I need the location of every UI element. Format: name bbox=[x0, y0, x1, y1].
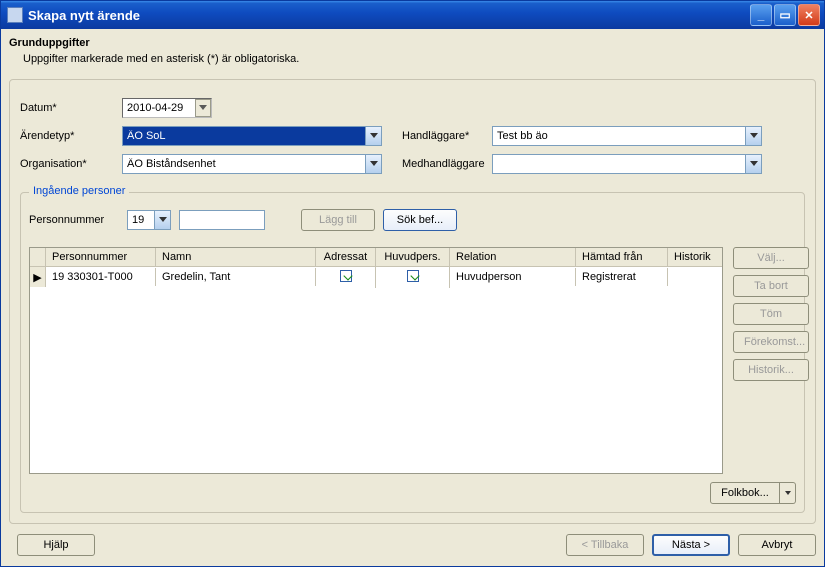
folkbok-row: Folkbok... bbox=[29, 482, 796, 504]
arendetyp-value: ÄO SoL bbox=[123, 130, 365, 142]
label-medhandlaggare: Medhandläggare bbox=[402, 158, 492, 170]
folkbok-button[interactable]: Folkbok... bbox=[710, 482, 780, 504]
label-organisation: Organisation* bbox=[20, 158, 98, 170]
date-field[interactable] bbox=[122, 98, 212, 118]
arendetyp-select[interactable]: ÄO SoL bbox=[122, 126, 382, 146]
next-button[interactable]: Nästa > bbox=[652, 534, 730, 556]
tom-button[interactable]: Töm bbox=[733, 303, 809, 325]
label-arendetyp: Ärendetyp* bbox=[20, 130, 98, 142]
date-dropdown-button[interactable] bbox=[195, 99, 211, 117]
col-namn[interactable]: Namn bbox=[156, 248, 316, 266]
col-huvudpers[interactable]: Huvudpers. bbox=[376, 248, 450, 266]
table-row[interactable]: ▶19 330301-T000Gredelin, Tant Huvudperson… bbox=[30, 267, 722, 287]
chevron-down-icon bbox=[154, 211, 170, 229]
cell-adressat[interactable] bbox=[316, 267, 376, 288]
back-button[interactable]: < Tillbaka bbox=[566, 534, 644, 556]
sok-bef-button[interactable]: Sök bef... bbox=[383, 209, 457, 231]
handlaggare-select[interactable]: Test bb äo bbox=[492, 126, 762, 146]
folkbok-split-button[interactable]: Folkbok... bbox=[710, 482, 796, 504]
add-button[interactable]: Lägg till bbox=[301, 209, 375, 231]
pn-prefix-select[interactable]: 19 bbox=[127, 210, 171, 230]
chevron-down-icon bbox=[745, 127, 761, 145]
chevron-down-icon bbox=[365, 127, 381, 145]
handlaggare-value: Test bb äo bbox=[493, 130, 745, 142]
persons-legend: Ingående personer bbox=[29, 185, 129, 197]
col-historik[interactable]: Historik bbox=[668, 248, 722, 266]
titlebar: Skapa nytt ärende _ ▭ ✕ bbox=[1, 1, 824, 29]
tabort-button[interactable]: Ta bort bbox=[733, 275, 809, 297]
window-buttons: _ ▭ ✕ bbox=[750, 4, 820, 26]
chevron-down-icon bbox=[785, 491, 791, 496]
col-hamtad[interactable]: Hämtad från bbox=[576, 248, 668, 266]
forekomst-button[interactable]: Förekomst... bbox=[733, 331, 809, 353]
row-datum: Datum* bbox=[20, 98, 805, 118]
close-button[interactable]: ✕ bbox=[798, 4, 820, 26]
window: Skapa nytt ärende _ ▭ ✕ Grunduppgifter U… bbox=[0, 0, 825, 567]
window-title: Skapa nytt ärende bbox=[28, 8, 750, 23]
persons-fieldset: Ingående personer Personnummer 19 Lägg t… bbox=[20, 192, 805, 513]
organisation-select[interactable]: ÄO Biståndsenhet bbox=[122, 154, 382, 174]
folkbok-split-arrow[interactable] bbox=[780, 482, 796, 504]
checkbox-icon bbox=[407, 270, 419, 282]
row-arendetyp: Ärendetyp* ÄO SoL Handläggare* Test bb ä… bbox=[20, 126, 805, 146]
section-title: Grunduppgifter bbox=[9, 37, 816, 49]
cell-historik bbox=[668, 274, 722, 280]
person-input-row: Personnummer 19 Lägg till Sök bef... bbox=[29, 209, 796, 231]
pn-input[interactable] bbox=[179, 210, 265, 230]
medhandlaggare-select[interactable] bbox=[492, 154, 762, 174]
organisation-value: ÄO Biståndsenhet bbox=[123, 158, 365, 170]
cell-hamtad: Registrerat bbox=[576, 268, 668, 286]
chevron-down-icon bbox=[745, 155, 761, 173]
help-button[interactable]: Hjälp bbox=[17, 534, 95, 556]
cancel-button[interactable]: Avbryt bbox=[738, 534, 816, 556]
cell-namn: Gredelin, Tant bbox=[156, 268, 316, 286]
label-handlaggare: Handläggare* bbox=[402, 130, 492, 142]
persons-table: Personnummer Namn Adressat Huvudpers. Re… bbox=[29, 247, 723, 474]
footer: Hjälp < Tillbaka Nästa > Avbryt bbox=[9, 534, 816, 556]
valj-button[interactable]: Välj... bbox=[733, 247, 809, 269]
maximize-button[interactable]: ▭ bbox=[774, 4, 796, 26]
date-input[interactable] bbox=[123, 99, 195, 117]
app-icon bbox=[7, 7, 23, 23]
cell-relation: Huvudperson bbox=[450, 268, 576, 286]
historik-button[interactable]: Historik... bbox=[733, 359, 809, 381]
col-personnummer[interactable]: Personnummer bbox=[46, 248, 156, 266]
row-indicator: ▶ bbox=[30, 267, 46, 287]
row-organisation: Organisation* ÄO Biståndsenhet Medhandlä… bbox=[20, 154, 805, 174]
col-adressat[interactable]: Adressat bbox=[316, 248, 376, 266]
cell-huvudpers[interactable] bbox=[376, 267, 450, 288]
checkbox-icon bbox=[340, 270, 352, 282]
main-panel: Datum* Ärendetyp* ÄO SoL Handläggare* bbox=[9, 79, 816, 524]
label-personnummer: Personnummer bbox=[29, 214, 119, 226]
chevron-down-icon bbox=[365, 155, 381, 173]
label-datum: Datum* bbox=[20, 102, 98, 114]
content: Grunduppgifter Uppgifter markerade med e… bbox=[1, 29, 824, 566]
table-area: Personnummer Namn Adressat Huvudpers. Re… bbox=[29, 247, 796, 474]
chevron-down-icon bbox=[199, 105, 207, 111]
pn-prefix-value: 19 bbox=[128, 214, 154, 226]
required-note: Uppgifter markerade med en asterisk (*) … bbox=[23, 53, 816, 65]
cell-pn: 19 330301-T000 bbox=[46, 268, 156, 286]
col-relation[interactable]: Relation bbox=[450, 248, 576, 266]
table-header: Personnummer Namn Adressat Huvudpers. Re… bbox=[30, 248, 722, 267]
side-buttons: Välj... Ta bort Töm Förekomst... Histori… bbox=[733, 247, 809, 474]
minimize-button[interactable]: _ bbox=[750, 4, 772, 26]
table-body: ▶19 330301-T000Gredelin, Tant Huvudperson… bbox=[30, 267, 722, 473]
